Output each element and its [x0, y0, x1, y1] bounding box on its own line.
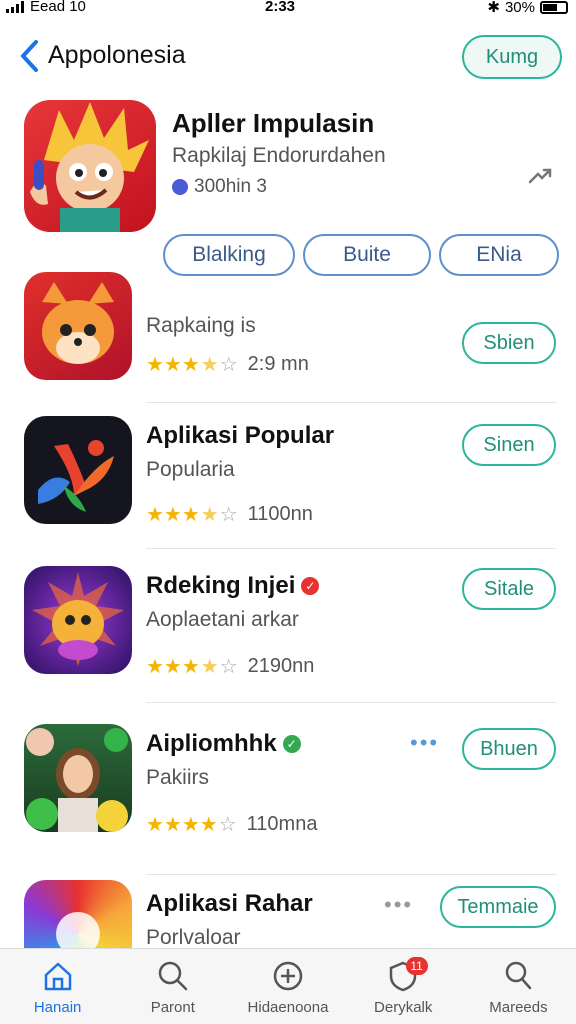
tab-label: Derykalk [374, 999, 433, 1016]
app-get-button[interactable]: Sbien [462, 322, 556, 364]
rating-stars: ★★★★☆ [146, 504, 238, 526]
divider [146, 548, 556, 549]
tab-updates[interactable]: 11 Derykalk [346, 949, 461, 1024]
app-rating: ★★★ ★ ☆ 1100nn [146, 502, 313, 527]
share-icon[interactable] [526, 162, 554, 190]
featured-app-title[interactable]: Apller Impulasin [172, 108, 374, 139]
tab-add[interactable]: Hidaenoona [230, 949, 345, 1024]
tab-label: Hidaenoona [247, 999, 329, 1016]
home-icon [44, 962, 71, 991]
app-subtitle: Aoplaetani arkar [146, 608, 299, 631]
rating-text: 2:9 mn [247, 353, 309, 375]
tab-label: Paront [150, 999, 195, 1016]
list-item[interactable]: Rdeking Injei ✓ Aoplaetani arkar ★★★ ★ ☆ 2… [0, 566, 576, 703]
status-bar: Eead 10 2:33 ✱ 30% [0, 0, 576, 18]
divider [146, 874, 556, 875]
app-subtitle: Rapkaing is [146, 314, 256, 337]
app-subtitle: Pakiirs [146, 766, 210, 789]
featured-app-icon[interactable] [24, 100, 156, 232]
featured-app-count: 300hin 3 [172, 176, 267, 198]
chevron-left-icon [21, 40, 38, 72]
tab-explore[interactable]: Mareeds [461, 949, 576, 1024]
list-item[interactable]: Aipliomhhk ✓ Pakiirs ★★★★ ☆ 110mna ••• Bh… [0, 724, 576, 875]
app-subtitle: Popularia [146, 458, 235, 481]
app-rating: ★★★★ ☆ 110mna [146, 812, 317, 837]
user-group-icon [172, 179, 188, 195]
fox-app-icon [24, 272, 132, 380]
more-options-icon[interactable]: ••• [410, 730, 439, 756]
rating-text: 1100nn [247, 503, 313, 525]
rating-stars: ★★★★☆ [146, 656, 238, 678]
battery-icon [540, 0, 568, 14]
app-name: Aipliomhhk ✓ [146, 730, 301, 758]
avatar-app-icon [24, 724, 132, 832]
list-item[interactable]: Rapkaing is ★★★ ★ ☆ 2:9 mn Sbien [0, 272, 576, 403]
header-action-button[interactable]: Kumg [462, 35, 562, 79]
status-right: ✱ 30% [487, 0, 568, 16]
more-options-icon[interactable]: ••• [384, 892, 413, 918]
app-name-text: Rdeking Injei [146, 572, 296, 599]
bottom-tab-bar: Hanain Paront Hidaenoona 11 Derykalk Mar… [0, 948, 576, 1024]
popular-app-icon [24, 416, 132, 524]
verified-badge-icon: ✓ [282, 735, 301, 753]
divider [146, 402, 556, 403]
tab-category-3[interactable]: ENia [439, 234, 559, 276]
category-tabs: Blalking Buite ENia [163, 234, 559, 276]
app-get-button[interactable]: Temmaie [440, 886, 556, 928]
page-title: Appolonesia [48, 41, 186, 69]
cartoon-hero-icon [30, 102, 149, 232]
featured-count-label: 300hin 3 [194, 176, 267, 197]
app-name: Aplikasi Popular [146, 422, 335, 449]
nav-header: Appolonesia Kumg [0, 30, 576, 86]
divider [146, 702, 556, 703]
status-left: Eead 10 [6, 0, 86, 15]
tab-category-1[interactable]: Blalking [163, 234, 295, 276]
bluetooth-icon: ✱ [487, 0, 500, 16]
notification-badge: 11 [405, 957, 428, 975]
rating-text: 2190nn [247, 655, 315, 677]
tab-category-2[interactable]: Buite [303, 234, 431, 276]
clock: 2:33 [265, 0, 296, 15]
battery-percent: 30% [504, 0, 535, 16]
tab-home[interactable]: Hanain [0, 949, 115, 1024]
app-rating: ★★★ ★ ☆ 2:9 mn [146, 352, 309, 377]
app-name-text: Aipliomhhk [146, 730, 277, 757]
monster-app-icon [24, 566, 132, 674]
app-get-button[interactable]: Bhuen [462, 728, 556, 770]
back-button[interactable] [14, 36, 44, 76]
featured-app: Apller Impulasin Rapkilaj Endorurdahen 3… [0, 98, 576, 278]
app-subtitle: Porlvaloar [146, 926, 241, 949]
add-circle-icon [273, 961, 303, 991]
app-get-button[interactable]: Sinen [462, 424, 556, 466]
app-name: Aplikasi Rahar [146, 890, 313, 917]
tab-label: Hanain [33, 999, 82, 1016]
rating-stars: ★★★★☆ [146, 814, 237, 836]
app-get-button[interactable]: Sitale [462, 568, 556, 610]
rating-stars: ★★★★☆ [146, 354, 238, 376]
list-item[interactable]: Aplikasi Popular Popularia ★★★ ★ ☆ 1100nn … [0, 416, 576, 549]
featured-app-subtitle: Rapkilaj Endorurdahen [172, 144, 386, 167]
signal-icon [6, 0, 24, 13]
carrier-label: Eead 10 [30, 0, 86, 15]
tab-label: Mareeds [489, 999, 548, 1016]
app-name: Rdeking Injei ✓ [146, 572, 320, 600]
app-rating: ★★★ ★ ☆ 2190nn [146, 654, 314, 679]
search-icon [158, 961, 188, 991]
tab-search[interactable]: Paront [115, 949, 230, 1024]
verified-badge-icon: ✓ [301, 577, 320, 595]
search-icon [506, 961, 532, 990]
rating-text: 110mna [246, 813, 318, 835]
